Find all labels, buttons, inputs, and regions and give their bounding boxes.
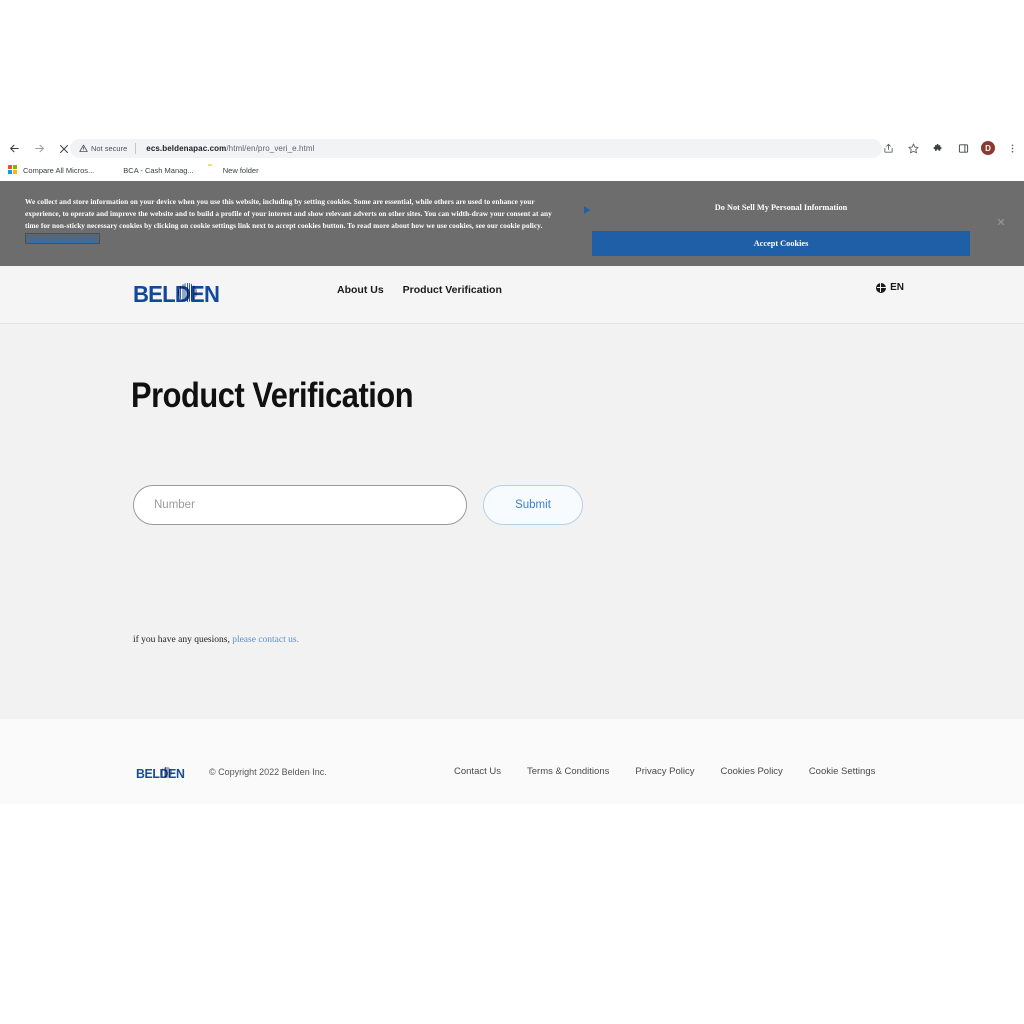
extensions-puzzle-icon[interactable] <box>931 141 946 156</box>
bca-icon <box>108 165 118 175</box>
close-icon[interactable]: ✕ <box>994 215 1008 229</box>
nav-item-product-verification[interactable]: Product Verification <box>403 284 502 296</box>
bookmark-label: BCA - Cash Manag... <box>123 165 194 175</box>
footer-link-privacy-policy[interactable]: Privacy Policy <box>635 766 694 777</box>
footer-logo-swirl-icon <box>161 767 172 778</box>
main-navigation: About Us Product Verification <box>337 284 502 296</box>
site-footer: BELDEN © Copyright 2022 Belden Inc. Cont… <box>0 719 1024 804</box>
contact-help-prefix: if you have any quesions, <box>133 635 230 645</box>
footer-link-cookie-settings[interactable]: Cookie Settings <box>809 766 876 777</box>
footer-link-contact-us[interactable]: Contact Us <box>454 766 501 777</box>
verification-form: Submit <box>133 485 583 525</box>
nav-item-about-us[interactable]: About Us <box>337 284 384 296</box>
belden-logo-swirl-icon <box>178 283 197 302</box>
forward-icon[interactable] <box>31 141 47 157</box>
footer-link-terms-conditions[interactable]: Terms & Conditions <box>527 766 609 777</box>
back-icon[interactable] <box>6 141 22 157</box>
url-host: ecs.beldenapac.com <box>146 144 227 153</box>
toolbar-right-actions: D <box>881 138 1020 158</box>
cookie-banner-body: We collect and store information on your… <box>25 197 552 231</box>
sidepanel-icon[interactable] <box>956 141 971 156</box>
main-content: Product Verification Submit if you have … <box>0 325 1024 719</box>
submit-button[interactable]: Submit <box>483 485 583 525</box>
security-status[interactable]: Not secure <box>79 144 127 153</box>
do-not-sell-link[interactable]: Do Not Sell My Personal Information <box>592 203 970 212</box>
page-title: Product Verification <box>131 376 414 415</box>
address-bar[interactable]: Not secure ecs.beldenapac.com/html/en/pr… <box>70 139 882 158</box>
star-icon[interactable] <box>906 141 921 156</box>
number-input[interactable] <box>133 485 467 525</box>
language-selector[interactable]: EN <box>876 282 904 293</box>
url-path: /html/en/pro_veri_e.html <box>226 144 315 153</box>
omnibox-separator <box>135 143 137 154</box>
site-header: BELDEN About Us Product Verification EN <box>0 266 1024 324</box>
security-label: Not secure <box>91 144 128 153</box>
contact-help-text: if you have any quesions, please contact… <box>133 635 299 645</box>
globe-icon <box>876 282 887 293</box>
web-page: BELDEN About Us Product Verification EN … <box>0 266 1024 804</box>
copyright-text: © Copyright 2022 Belden Inc. <box>209 767 327 777</box>
cookie-consent-policy-link[interactable]: Cookie Consent Policy <box>25 232 101 244</box>
share-icon[interactable] <box>881 141 896 156</box>
bookmark-item[interactable]: BCA - Cash Manag... <box>108 165 193 175</box>
tab-strip <box>0 118 1024 136</box>
cookie-banner-text: We collect and store information on your… <box>25 196 565 245</box>
bookmark-label: Compare All Micros... <box>23 165 95 175</box>
bookmark-item[interactable]: New folder <box>208 165 259 175</box>
microsoft-logo-icon <box>8 165 18 175</box>
navigation-buttons <box>0 141 72 157</box>
language-label: EN <box>890 282 904 293</box>
url-text: ecs.beldenapac.com/html/en/pro_veri_e.ht… <box>146 144 314 153</box>
play-triangle-icon <box>584 206 590 214</box>
kebab-menu-icon[interactable] <box>1005 141 1020 156</box>
accept-cookies-button[interactable]: Accept Cookies <box>592 231 970 256</box>
footer-link-cookies-policy[interactable]: Cookies Policy <box>721 766 783 777</box>
footer-links: Contact Us Terms & Conditions Privacy Po… <box>454 766 875 777</box>
profile-avatar[interactable]: D <box>981 141 995 155</box>
bookmarks-bar: Compare All Micros... BCA - Cash Manag..… <box>0 161 1024 179</box>
belden-logo[interactable]: BELDEN <box>133 281 220 308</box>
warning-triangle-icon <box>79 144 88 152</box>
folder-icon <box>208 165 218 175</box>
contact-us-link[interactable]: please contact us. <box>232 635 299 645</box>
bookmark-label: New folder <box>222 165 259 175</box>
bookmark-item[interactable]: Compare All Micros... <box>8 165 94 175</box>
